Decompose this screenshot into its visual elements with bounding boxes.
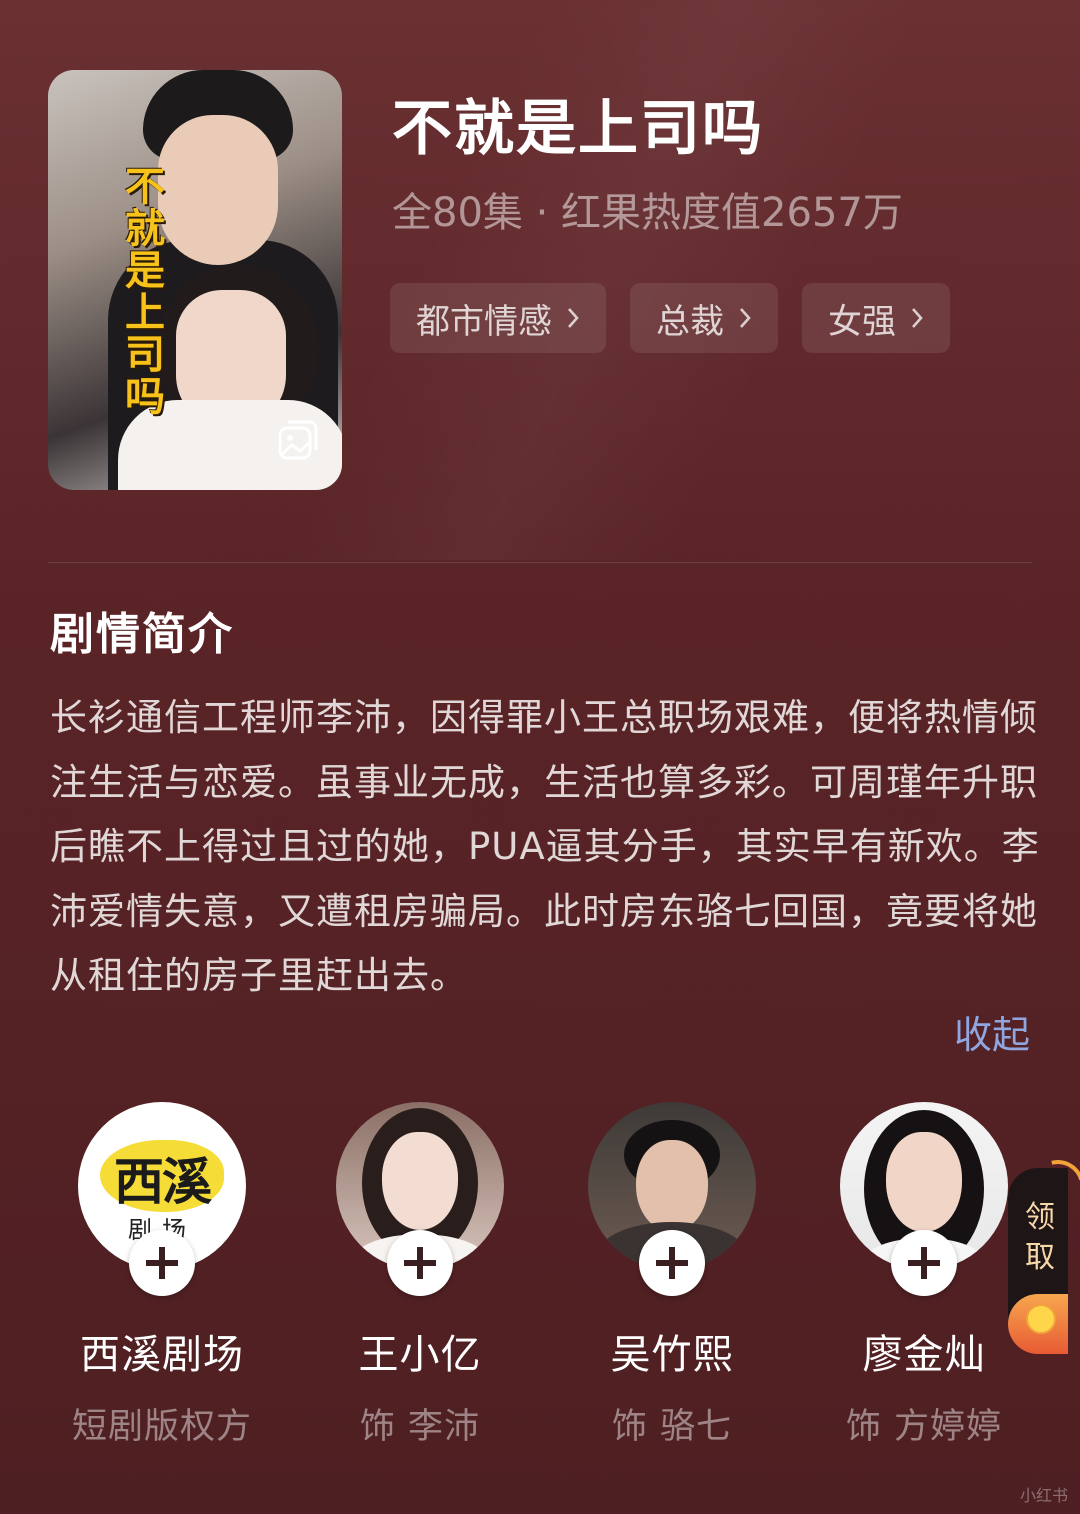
cast-role: 饰 方婷婷 (845, 1407, 1003, 1447)
follow-plus-icon[interactable] (387, 1230, 453, 1296)
chevron-right-icon (740, 308, 751, 328)
red-envelope-icon (1008, 1294, 1068, 1354)
follow-plus-icon[interactable] (639, 1230, 705, 1296)
drama-poster[interactable]: 不就是上司吗 (48, 70, 342, 490)
logo-text: 西溪 (114, 1152, 212, 1211)
chevron-right-icon (912, 308, 923, 328)
cast-role: 饰 骆七 (611, 1407, 733, 1447)
widget-label: 领取 (1025, 1200, 1055, 1275)
tag-label: 女强 (828, 301, 896, 342)
cast-role: 短剧版权方 (71, 1407, 252, 1447)
follow-plus-icon[interactable] (129, 1230, 195, 1296)
follow-plus-icon[interactable] (891, 1230, 957, 1296)
cast-list: 西溪 剧场 西溪剧场 短剧版权方 王小亿 饰 李沛 吴竹熙 饰 骆七 (0, 1102, 1080, 1447)
synopsis-heading: 剧情简介 (50, 609, 234, 660)
drama-episodes-heat: 全80集 · 红果热度值2657万 (392, 190, 903, 236)
tag-list: 都市情感 总裁 女强 (390, 283, 950, 353)
coin-icon (1026, 1304, 1056, 1334)
watermark: 小红书 (1019, 1486, 1068, 1505)
poster-figure (158, 115, 278, 265)
gallery-icon[interactable] (276, 418, 320, 462)
tag-button[interactable]: 都市情感 (390, 283, 606, 353)
tag-label: 都市情感 (416, 301, 552, 342)
cast-role: 饰 李沛 (359, 1407, 481, 1447)
avatar-face (636, 1140, 708, 1232)
chevron-right-icon (568, 308, 579, 328)
cast-item[interactable]: 王小亿 饰 李沛 (300, 1102, 540, 1449)
cast-item[interactable]: 吴竹熙 饰 骆七 (552, 1102, 792, 1449)
cast-name: 王小亿 (358, 1332, 482, 1378)
tag-label: 总裁 (656, 301, 724, 342)
cast-name: 西溪剧场 (80, 1332, 244, 1378)
cast-item[interactable]: 西溪 剧场 西溪剧场 短剧版权方 (42, 1102, 282, 1449)
drama-title: 不就是上司吗 (392, 94, 764, 164)
synopsis-text: 长衫通信工程师李沛，因得罪小王总职场艰难，便将热情倾注生活与恋爱。虽事业无成，生… (50, 696, 1040, 997)
avatar-face (382, 1132, 458, 1230)
reward-widget[interactable]: 领取 (1008, 1150, 1080, 1354)
section-divider (48, 562, 1032, 563)
poster-title-text: 不就是上司吗 (118, 165, 164, 417)
tag-button[interactable]: 总裁 (630, 283, 778, 353)
tag-button[interactable]: 女强 (802, 283, 950, 353)
cast-name: 吴竹熙 (610, 1332, 734, 1378)
avatar-face (886, 1132, 962, 1232)
collapse-button[interactable]: 收起 (954, 1004, 1030, 1059)
